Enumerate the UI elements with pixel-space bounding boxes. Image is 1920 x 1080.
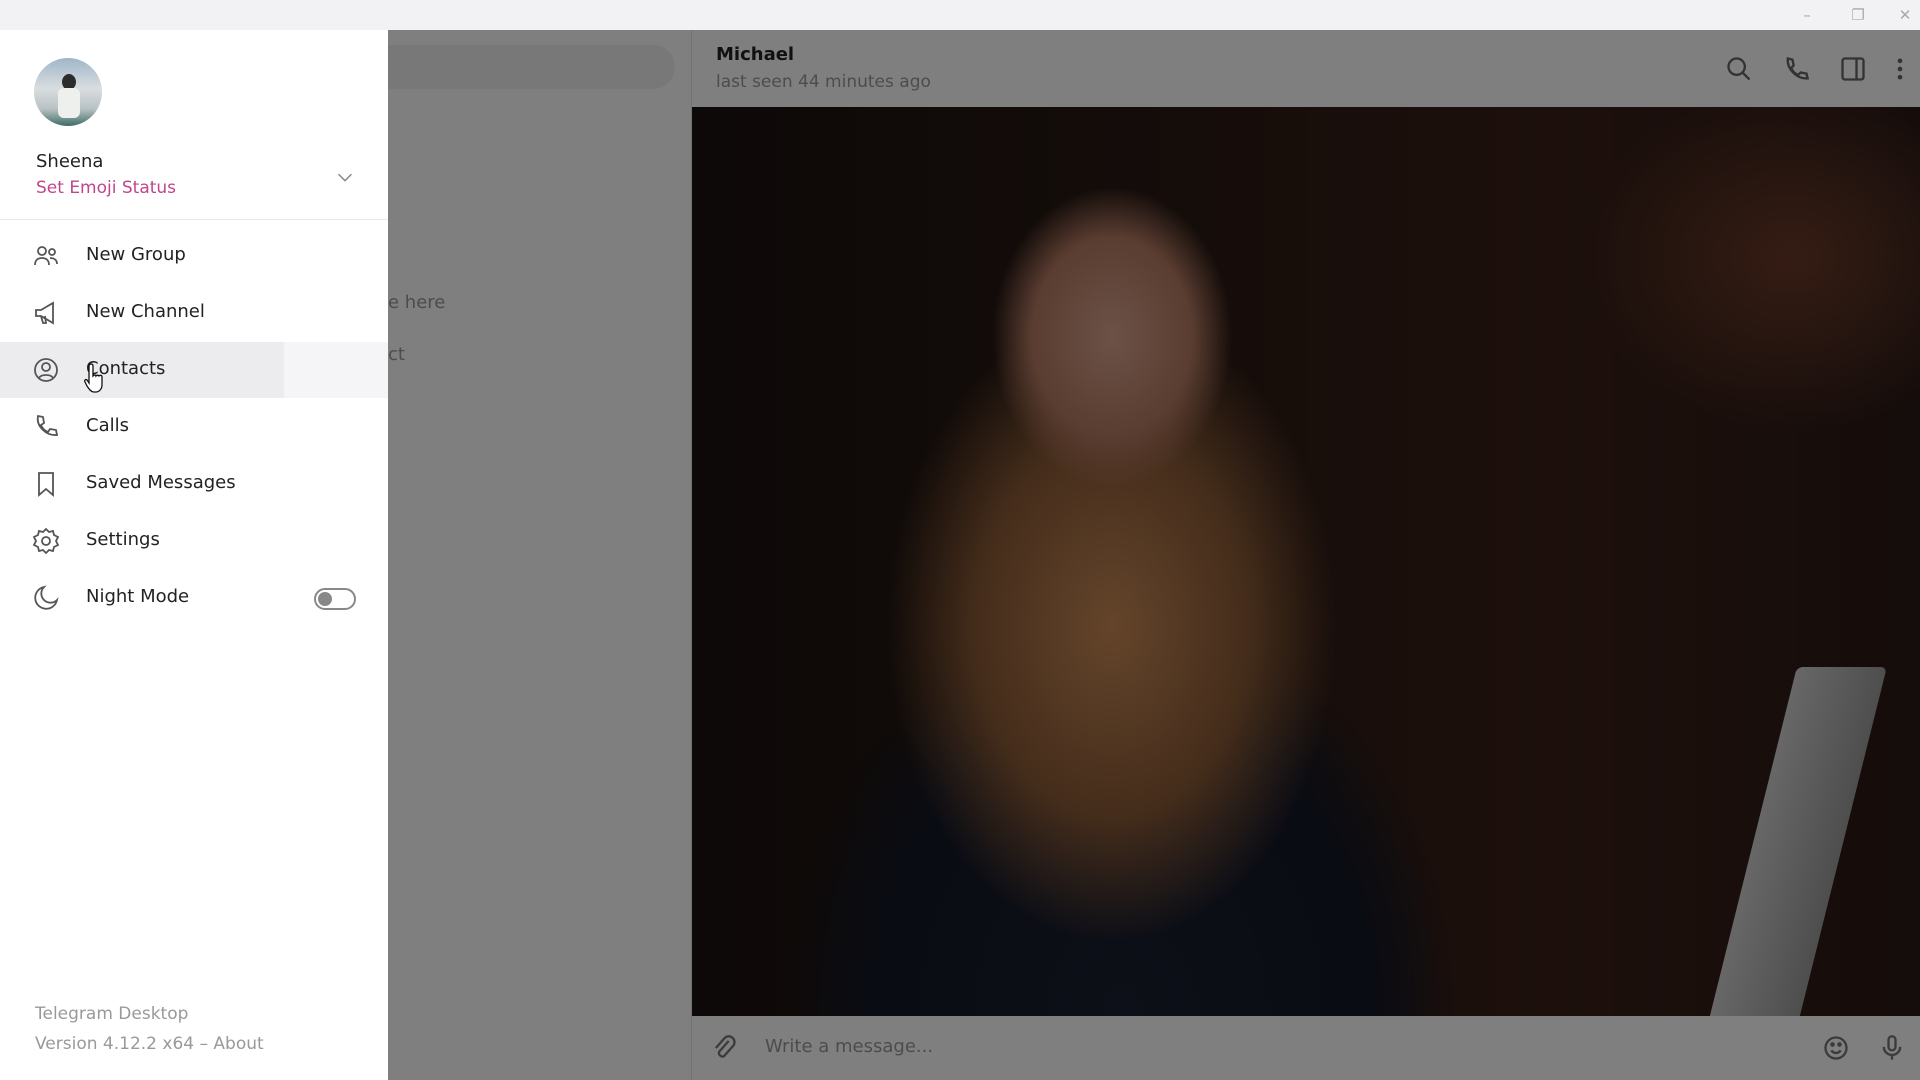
menu-item-contacts[interactable]: Contacts bbox=[0, 342, 388, 398]
menu-item-label: New Channel bbox=[86, 301, 205, 322]
close-button[interactable]: ✕ bbox=[1890, 4, 1920, 26]
menu-item-label: New Group bbox=[86, 244, 186, 265]
menu-item-settings[interactable]: Settings bbox=[0, 513, 388, 569]
contact-icon bbox=[34, 358, 58, 382]
menu-item-calls[interactable]: Calls bbox=[0, 399, 388, 455]
title-bar: – ❐ ✕ bbox=[0, 0, 1920, 30]
megaphone-icon bbox=[35, 301, 54, 325]
night-mode-toggle[interactable] bbox=[314, 588, 356, 610]
menu-item-label: Saved Messages bbox=[86, 472, 236, 493]
moon-icon bbox=[34, 585, 59, 610]
main-menu: Sheena Set Emoji Status New Group New Ch… bbox=[0, 30, 388, 1080]
menu-item-label: Calls bbox=[86, 415, 129, 436]
menu-item-label: Settings bbox=[86, 529, 160, 550]
set-emoji-status-link[interactable]: Set Emoji Status bbox=[36, 178, 176, 198]
group-icon bbox=[34, 246, 58, 266]
chevron-down-icon[interactable] bbox=[334, 166, 356, 188]
minimize-button[interactable]: – bbox=[1792, 4, 1822, 26]
gear-icon bbox=[32, 527, 60, 555]
menu-item-new-group[interactable]: New Group bbox=[0, 228, 388, 284]
phone-icon bbox=[36, 414, 59, 436]
avatar[interactable] bbox=[34, 58, 102, 126]
restore-button[interactable]: ❐ bbox=[1843, 4, 1873, 26]
bookmark-icon bbox=[38, 472, 54, 497]
version-about-link[interactable]: Version 4.12.2 x64 – About bbox=[35, 1034, 264, 1054]
menu-item-night-mode[interactable]: Night Mode bbox=[0, 570, 388, 626]
menu-item-saved-messages[interactable]: Saved Messages bbox=[0, 456, 388, 512]
menu-item-new-channel[interactable]: New Channel bbox=[0, 285, 388, 341]
menu-item-label: Night Mode bbox=[86, 586, 190, 607]
hand-cursor-icon bbox=[84, 363, 103, 393]
user-name: Sheena bbox=[36, 151, 104, 172]
divider bbox=[0, 219, 388, 220]
app-name: Telegram Desktop bbox=[35, 1004, 189, 1024]
